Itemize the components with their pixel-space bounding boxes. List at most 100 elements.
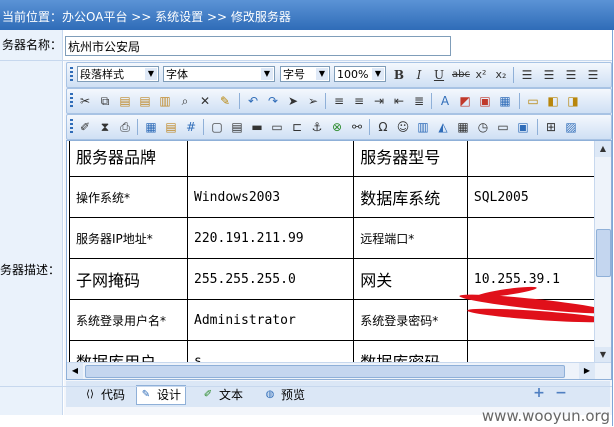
font-select[interactable]: 字体 ▼ xyxy=(163,66,275,82)
select-all-icon[interactable]: ➤ xyxy=(285,93,301,109)
align-center-icon[interactable]: ☰ xyxy=(541,67,557,83)
scroll-left-arrow-icon[interactable]: ◀ xyxy=(67,363,83,379)
form-divider xyxy=(0,386,612,387)
globe-icon: ◍ xyxy=(265,389,275,400)
emoticon-icon[interactable]: ☺ xyxy=(395,119,411,135)
unselect-icon[interactable]: ➢ xyxy=(305,93,321,109)
form-icon[interactable]: ▢ xyxy=(209,119,225,135)
font-size-select[interactable]: 字号 ▼ xyxy=(280,66,330,82)
enlarge-editor-icon[interactable]: + xyxy=(532,386,546,400)
table-cell: SQL2005 xyxy=(466,176,598,218)
page-break-icon[interactable]: ▣ xyxy=(515,119,531,135)
paste-text-icon[interactable]: ▤ xyxy=(137,93,153,109)
bold-button[interactable]: B xyxy=(391,67,407,83)
scroll-thumb[interactable] xyxy=(85,365,565,378)
italic-button[interactable]: I xyxy=(411,67,427,83)
table-props-icon[interactable]: ▤ xyxy=(163,119,179,135)
zoom-select[interactable]: 100% ▼ xyxy=(334,66,386,82)
ordered-list-icon[interactable]: ≡ xyxy=(331,93,347,109)
send-backward-icon[interactable]: ◨ xyxy=(565,93,581,109)
server-name-input[interactable] xyxy=(65,36,451,56)
block-icon[interactable]: ▦ xyxy=(497,93,513,109)
text-mode-button[interactable]: ✐ 文本 xyxy=(198,385,248,405)
table-row: 服务器IP地址* 220.191.211.99 远程端口* xyxy=(68,217,598,259)
paragraph-style-select[interactable]: 段落样式 ▼ xyxy=(77,66,159,82)
copy-icon[interactable]: ⧉ xyxy=(97,93,113,109)
special-char-button[interactable]: Ω xyxy=(375,119,391,135)
editor-content-area[interactable]: 服务器品牌 服务器型号 操作系统* Windows2003 数据库系统 SQL2… xyxy=(66,140,612,380)
paste-word-icon[interactable]: ▥ xyxy=(157,93,173,109)
align-justify-icon[interactable]: ☰ xyxy=(585,67,601,83)
shrink-editor-icon[interactable]: − xyxy=(554,386,568,400)
anchor-icon[interactable]: ⚓ xyxy=(309,119,325,135)
scroll-down-arrow-icon[interactable]: ▼ xyxy=(595,347,611,363)
scroll-up-arrow-icon[interactable]: ▲ xyxy=(595,141,611,157)
scroll-right-arrow-icon[interactable]: ▶ xyxy=(579,363,595,379)
art-text-icon[interactable]: ◭ xyxy=(435,119,451,135)
paste-icon[interactable]: ▤ xyxy=(117,93,133,109)
vertical-scrollbar[interactable]: ▲ ▼ xyxy=(594,141,611,363)
attachment-icon[interactable]: ⎙ xyxy=(117,119,133,135)
date-icon[interactable]: ▦ xyxy=(455,119,471,135)
header-bar: 当前位置：办公OA平台 >> 系统设置 >> 修改服务器 xyxy=(0,0,614,30)
underline-button[interactable]: U xyxy=(431,67,447,83)
table-cell xyxy=(466,217,598,259)
name-row: 务器名称： xyxy=(0,30,612,61)
subscript-button[interactable]: x₂ xyxy=(493,67,509,83)
toolbar-separator xyxy=(513,67,514,83)
table-cell: 服务器品牌 xyxy=(68,141,189,177)
toolbar-separator xyxy=(369,119,370,135)
table-cell: 服务器IP地址* xyxy=(68,217,189,259)
horizontal-scrollbar[interactable]: ◀ ▶ xyxy=(67,362,611,379)
code-mode-button[interactable]: ⟨⟩ 代码 xyxy=(80,385,130,405)
toolbar-separator xyxy=(203,119,204,135)
superscript-button[interactable]: x² xyxy=(473,67,489,83)
horizontal-rule-icon[interactable]: ▥ xyxy=(415,119,431,135)
textarea-icon[interactable]: ▤ xyxy=(229,119,245,135)
text-field-icon[interactable]: ▬ xyxy=(249,119,265,135)
cut-icon[interactable]: ✂ xyxy=(77,93,93,109)
align-right-icon[interactable]: ☰ xyxy=(563,67,579,83)
toolbar-grip xyxy=(70,119,73,135)
link-icon[interactable]: ⊗ xyxy=(329,119,345,135)
server-name-label: 务器名称： xyxy=(0,30,63,60)
preview-mode-button[interactable]: ◍ 预览 xyxy=(260,385,310,405)
unlink-icon[interactable]: ⚯ xyxy=(349,119,365,135)
table-icon[interactable]: ▦ xyxy=(143,119,159,135)
code-mode-label: 代码 xyxy=(101,388,126,402)
table-cell: 操作系统* xyxy=(68,176,189,218)
scroll-thumb[interactable] xyxy=(596,229,611,277)
time-icon[interactable]: ◷ xyxy=(475,119,491,135)
marquee-icon[interactable]: ▭ xyxy=(495,119,511,135)
align-left-icon[interactable]: ☰ xyxy=(519,67,535,83)
font-color-icon[interactable]: A xyxy=(437,93,453,109)
paragraph-style-value: 段落样式 xyxy=(80,68,124,81)
grid-icon[interactable]: # xyxy=(183,119,199,135)
line-height-icon[interactable]: ≣ xyxy=(411,93,427,109)
design-mode-button[interactable]: ✎ 设计 xyxy=(136,385,187,405)
button-field-icon[interactable]: ▭ xyxy=(269,119,285,135)
absolute-position-icon[interactable]: ▭ xyxy=(525,93,541,109)
find-replace-icon[interactable]: ⌕ xyxy=(177,93,193,109)
delete-icon[interactable]: ✕ xyxy=(197,93,213,109)
bg-color-icon[interactable]: ◩ xyxy=(457,93,473,109)
unordered-list-icon[interactable]: ≡ xyxy=(351,93,367,109)
breadcrumb: 当前位置：办公OA平台 >> 系统设置 >> 修改服务器 xyxy=(2,10,291,24)
preview-image-icon[interactable]: ▨ xyxy=(563,119,579,135)
redo-icon[interactable]: ↷ xyxy=(265,93,281,109)
table-cell xyxy=(466,141,598,177)
bring-forward-icon[interactable]: ◧ xyxy=(545,93,561,109)
fullscreen-icon[interactable]: ⊞ xyxy=(543,119,559,135)
indent-icon[interactable]: ⇥ xyxy=(371,93,387,109)
server-desc-label-cell: 务器描述： xyxy=(0,61,63,415)
undo-icon[interactable]: ↶ xyxy=(245,93,261,109)
remove-format-icon[interactable]: ✎ xyxy=(217,93,233,109)
zoom-value: 100% xyxy=(337,68,369,81)
media-icon[interactable]: ⧗ xyxy=(97,119,113,135)
table-cell: Administrator xyxy=(187,299,355,341)
outdent-icon[interactable]: ⇤ xyxy=(391,93,407,109)
style-icon[interactable]: ▣ xyxy=(477,93,493,109)
image-icon[interactable]: ✐ xyxy=(77,119,93,135)
strikethrough-button[interactable]: abc xyxy=(451,67,471,83)
hidden-field-icon[interactable]: ⊏ xyxy=(289,119,305,135)
